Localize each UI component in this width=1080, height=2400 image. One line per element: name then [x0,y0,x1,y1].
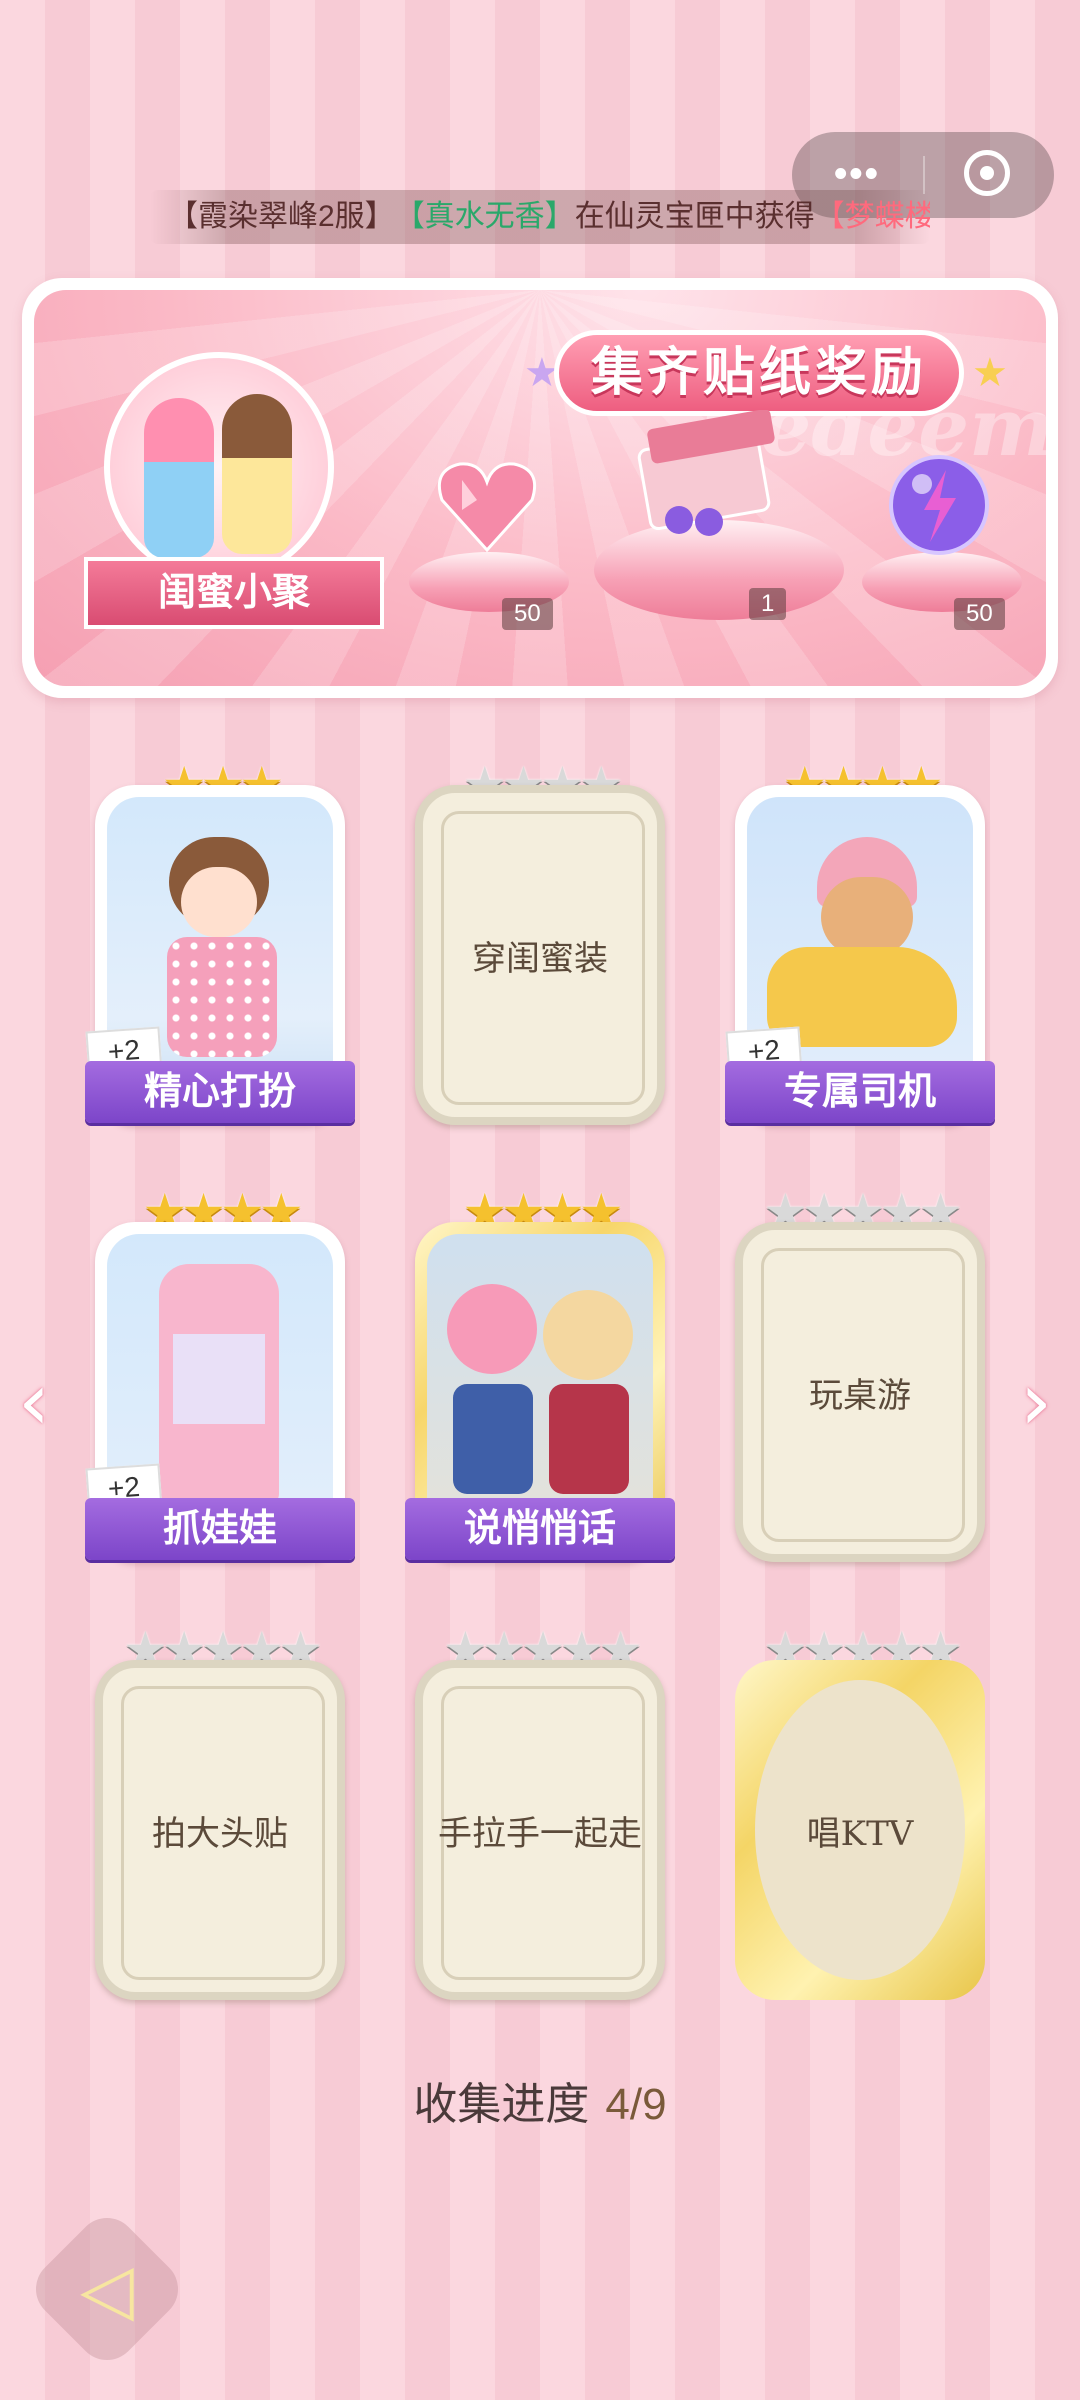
girl-face [181,867,257,937]
sticker-card[interactable]: ★★★★ 说悄悄话 [405,1184,675,1562]
sticker-card[interactable]: ★★★ +2 精心打扮 [85,757,355,1125]
card-name: 唱KTV [806,1813,914,1854]
card-name: 玩桌游 [809,1375,911,1416]
sticker-card-locked[interactable]: ★★★★ 穿闺蜜装 [415,757,665,1125]
girl-brown-hair-figure [222,394,292,554]
sticker-card-locked[interactable]: ★★★★★ 唱KTV [735,1622,985,2000]
card-name: 手拉手一起走 [438,1813,642,1854]
broadcast-player: 【真水无香】 [394,200,575,233]
lightning-orb-icon[interactable] [884,450,994,560]
red-dress [549,1384,629,1494]
sticker-card-locked[interactable]: ★★★★★ 拍大头贴 [95,1622,345,2000]
capsule-divider [923,156,925,194]
broadcast-item: 【梦蝶楼 [814,200,930,233]
star-deco-icon: ★ [972,351,1008,395]
theme-emblem: 闺蜜小聚 [84,352,384,629]
chevron-left-icon[interactable]: ‹ [18,1355,50,1448]
banner-title: 集齐贴纸奖励 [554,330,964,416]
girl-pink-hair-figure [144,398,214,558]
card-name: 拍大头贴 [152,1813,288,1854]
claw-machine-window [173,1334,265,1424]
card-name: 抓娃娃 [85,1498,355,1560]
collection-progress: 收集进度 4/9 [0,2068,1080,2132]
reward-count: 50 [502,598,553,630]
theme-label: 闺蜜小聚 [84,557,384,629]
broadcast-text: 在仙灵宝匣中获得 [574,200,815,233]
sticker-card[interactable]: ★★★★ +2 专属司机 [725,757,995,1125]
hamster-face [821,877,913,957]
banner-background: Redeem ★ 集齐贴纸奖励 ★ 闺蜜小聚 50 1 50 [34,290,1046,686]
reward-count: 1 [749,588,787,620]
gift-box-icon[interactable] [624,409,794,540]
broadcast-bar: 【霞染翠峰2服】【真水无香】在仙灵宝匣中获得【梦蝶楼 [150,190,930,244]
card-name: 专属司机 [725,1061,995,1123]
chevron-right-icon[interactable]: › [1020,1355,1052,1448]
reward-count: 50 [954,598,1005,630]
progress-label: 收集进度 [413,2080,590,2129]
blue-dress [453,1384,533,1494]
card-name: 穿闺蜜装 [472,938,608,979]
card-name: 精心打扮 [85,1061,355,1123]
sticker-card-locked[interactable]: ★★★★★ 手拉手一起走 [415,1622,665,2000]
sticker-card-locked[interactable]: ★★★★★ 玩桌游 [735,1184,985,1562]
back-arrow-icon[interactable]: ◁ [62,2244,152,2334]
progress-value: 4/9 [605,2080,667,2129]
more-dots-icon[interactable]: ••• [834,155,880,193]
girl-pink-hair [447,1284,537,1374]
card-name: 说悄悄话 [405,1498,675,1560]
emblem-portrait [104,352,334,582]
broadcast-server: 【霞染翠峰2服】 [168,200,395,233]
sticker-card[interactable]: ★★★★ +2 抓娃娃 [85,1184,355,1562]
girl-blonde-hair [543,1290,633,1380]
heart-gem-icon[interactable] [432,450,542,560]
reward-banner: Redeem ★ 集齐贴纸奖励 ★ 闺蜜小聚 50 1 50 [22,278,1058,698]
polka-pajamas [167,937,277,1057]
close-target-icon[interactable] [964,150,1010,196]
